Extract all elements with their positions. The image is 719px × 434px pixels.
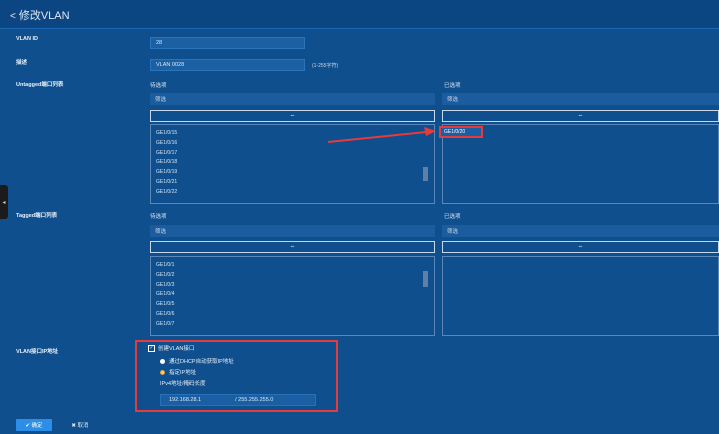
tagged-available-list[interactable]: GE1/0/1 GE1/0/2 GE1/0/3 GE1/0/4 GE1/0/5 …: [150, 256, 435, 336]
tagged-move-right-button[interactable]: ⇔: [150, 241, 435, 253]
dhcp-radio-text: 通过DHCP自动获取IP地址: [169, 359, 234, 365]
tagged-label: Tagged端口列表: [16, 213, 58, 219]
manual-ip-radio-text: 指定IP地址: [169, 370, 197, 376]
list-item[interactable]: GE1/0/1: [151, 261, 434, 271]
tagged-available-filter[interactable]: 筛选: [150, 225, 435, 237]
dhcp-radio[interactable]: 通过DHCP自动获取IP地址: [160, 357, 234, 365]
ip-address-input[interactable]: 192.168.28.1 / 255.255.255.0: [160, 394, 316, 406]
radio-icon: [160, 358, 165, 364]
list-item[interactable]: GE1/0/5: [151, 300, 434, 310]
manual-ip-radio[interactable]: 指定IP地址: [160, 368, 196, 376]
radio-icon: [160, 369, 165, 375]
confirm-button[interactable]: ✔ 确定: [16, 419, 52, 431]
tagged-selected-filter[interactable]: 筛选: [442, 225, 719, 237]
list-item[interactable]: GE1/0/3: [151, 281, 434, 291]
list-item[interactable]: GE1/0/7: [151, 320, 434, 330]
checkbox-checked-icon: ✓: [148, 344, 155, 352]
create-vlan-if-text: 创建VLAN接口: [158, 346, 195, 352]
tagged-move-left-button[interactable]: ⇔: [442, 241, 719, 253]
list-item[interactable]: GE1/0/6: [151, 310, 434, 320]
tagged-selected-list[interactable]: [442, 256, 719, 336]
cancel-button[interactable]: ✖ 取消: [62, 419, 98, 431]
list-item[interactable]: GE1/0/2: [151, 271, 434, 281]
scrollbar[interactable]: [423, 271, 428, 287]
list-item[interactable]: GE1/0/4: [151, 290, 434, 300]
ip-address-value: 192.168.28.1: [169, 397, 202, 403]
ip-mask-label: IPv4地址/掩码长度: [160, 381, 206, 387]
tagged-selected-title: 已选项: [444, 214, 461, 220]
subnet-mask-value: / 255.255.255.0: [235, 397, 274, 403]
annotation-arrow: [327, 127, 436, 143]
create-vlan-if-checkbox[interactable]: ✓ 创建VLAN接口: [148, 344, 194, 352]
vlan-if-label: VLAN接口IP地址: [16, 349, 59, 355]
tagged-available-title: 待选项: [150, 214, 167, 220]
